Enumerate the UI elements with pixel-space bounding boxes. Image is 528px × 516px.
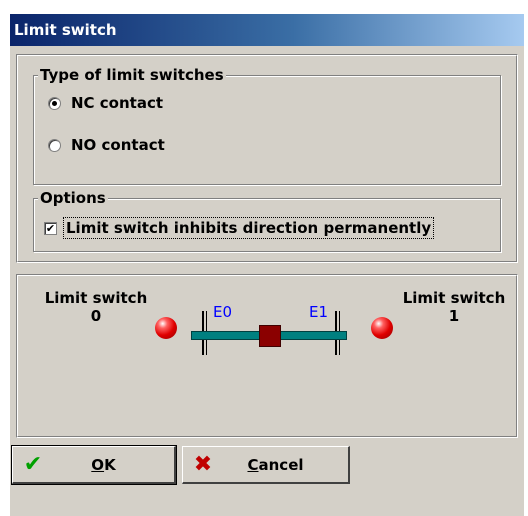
left-led-icon xyxy=(155,317,177,339)
e0-label: E0 xyxy=(213,303,233,321)
ok-label: OK xyxy=(91,455,116,474)
left-switch-title: Limit switch xyxy=(44,289,148,307)
cancel-button[interactable]: ✖ Cancel xyxy=(182,446,350,484)
cancel-label: Cancel xyxy=(247,455,304,474)
left-switch-number: 0 xyxy=(90,307,102,325)
check-icon: ✔ xyxy=(23,452,43,477)
limit-switch-dialog: Limit switch Type of limit switches NC c… xyxy=(10,14,524,516)
inhibit-direction-label: Limit switch inhibits direction permanen… xyxy=(63,217,435,239)
right-switch-number: 1 xyxy=(448,307,460,325)
no-contact-radio[interactable]: NO contact xyxy=(48,136,165,154)
right-switch-label: Limit switch 1 xyxy=(389,289,519,325)
type-group-legend: Type of limit switches xyxy=(38,66,226,84)
nc-contact-radio[interactable]: NC contact xyxy=(48,94,163,112)
title-bar[interactable]: Limit switch xyxy=(10,14,524,46)
e1-label: E1 xyxy=(309,303,329,321)
carriage-icon xyxy=(259,325,281,347)
x-icon: ✖ xyxy=(193,452,213,477)
nc-contact-label: NC contact xyxy=(71,94,164,112)
no-radio-circle[interactable] xyxy=(48,138,61,152)
diagram-panel: Limit switch 0 Limit switch 1 E0 E1 xyxy=(16,274,518,438)
nc-radio-circle[interactable] xyxy=(48,96,61,110)
type-group: Type of limit switches NC contact NO con… xyxy=(33,66,501,185)
inhibit-direction-checkbox[interactable]: ✔ Limit switch inhibits direction perman… xyxy=(44,217,435,239)
options-group-legend: Options xyxy=(38,189,108,207)
right-led-icon xyxy=(371,317,393,339)
no-contact-label: NO contact xyxy=(71,136,165,154)
window-title: Limit switch xyxy=(14,21,117,39)
right-switch-title: Limit switch xyxy=(402,289,506,307)
ok-button[interactable]: ✔ OK xyxy=(11,445,177,485)
left-switch-label: Limit switch 0 xyxy=(31,289,161,325)
options-group: Options ✔ Limit switch inhibits directio… xyxy=(33,189,501,252)
checkbox-box[interactable]: ✔ xyxy=(44,221,57,235)
settings-panel: Type of limit switches NC contact NO con… xyxy=(16,54,518,263)
